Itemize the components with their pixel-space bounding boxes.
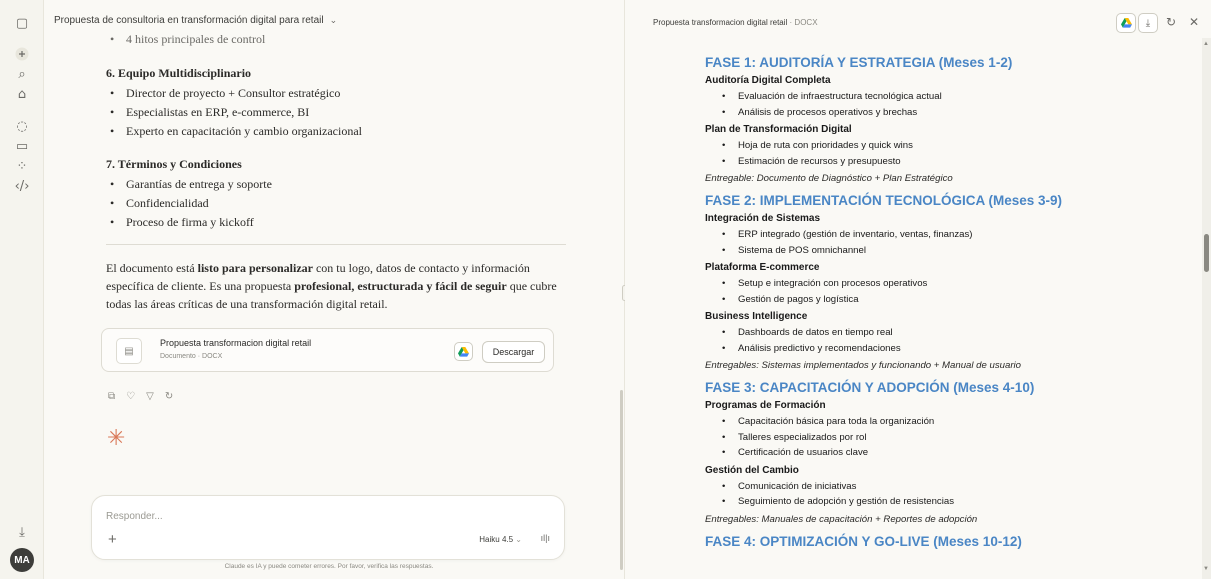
list-item: Especialistas en ERP, e-commerce, BI bbox=[106, 103, 566, 122]
list-item: Garantías de entrega y soporte bbox=[106, 175, 566, 194]
list-item: Talleres especializados por rol bbox=[705, 430, 1105, 446]
phase-heading: FASE 3: CAPACITACIÓN Y ADOPCIÓN (Meses 4… bbox=[705, 380, 1035, 395]
new-chat-icon[interactable] bbox=[12, 44, 32, 64]
phase-heading: FASE 1: AUDITORÍA Y ESTRATEGIA (Meses 1-… bbox=[705, 55, 1013, 70]
disclaimer-text: Claude es IA y puede cometer errores. Po… bbox=[224, 563, 434, 570]
group-heading: Auditoría Digital Completa bbox=[705, 75, 831, 86]
closing-paragraph: El documento está listo para personaliza… bbox=[106, 261, 557, 311]
list-item: Análisis predictivo y recomendaciones bbox=[705, 341, 1105, 357]
section-heading: 7. Términos y Condiciones bbox=[106, 157, 242, 171]
chat-column: Propuesta de consultoria en transformaci… bbox=[44, 0, 624, 579]
sidebar-toggle-icon[interactable]: ▢ bbox=[12, 13, 32, 33]
list-item: Experto en capacitación y cambio organiz… bbox=[106, 122, 566, 141]
retry-icon[interactable]: ↻ bbox=[165, 391, 173, 402]
scroll-down-icon[interactable]: ▼ bbox=[1203, 566, 1209, 572]
document-panel: Propuesta transformacion digital retail … bbox=[625, 0, 1211, 579]
close-icon[interactable]: ✕ bbox=[1189, 15, 1199, 29]
thumbs-down-icon[interactable]: ▽ bbox=[146, 391, 154, 402]
message-composer[interactable]: Responder... + Haiku 4.5 ⌄ ıl|ı bbox=[91, 495, 565, 560]
list-item: Dashboards de datos en tiempo real bbox=[705, 325, 1105, 341]
deliverable-text: Entregable: Documento de Diagnóstico + P… bbox=[705, 173, 953, 184]
phase-heading: FASE 4: OPTIMIZACIÓN Y GO-LIVE (Meses 10… bbox=[705, 533, 1022, 549]
list-item: Gestión de pagos y logística bbox=[705, 292, 1105, 308]
list-item: Director de proyecto + Consultor estraté… bbox=[106, 84, 566, 103]
assistant-message: 4 hitos principales de control 6. Equipo… bbox=[106, 30, 566, 313]
phase-heading: FASE 2: IMPLEMENTACIÓN TECNOLÓGICA (Mese… bbox=[705, 193, 1063, 208]
list-item: Certificación de usuarios clave bbox=[705, 445, 1105, 461]
list-item: Análisis de procesos operativos y brecha… bbox=[705, 105, 1105, 121]
chats-icon[interactable]: ◌ bbox=[12, 116, 32, 136]
scroll-up-icon[interactable]: ▲ bbox=[1203, 41, 1209, 47]
app-window: ▢ ⌕ ⌂ ◌ ▭ ⁘ ‹/› ⤓ MA Propuesta de consul… bbox=[0, 0, 1211, 579]
file-attachment-card[interactable]: ▤ Propuesta transformacion digital retai… bbox=[101, 328, 554, 372]
list-item: Evaluación de infraestructura tecnológic… bbox=[705, 89, 1105, 105]
group-heading: Programas de Formación bbox=[705, 400, 826, 411]
projects-icon[interactable]: ⌂ bbox=[12, 84, 32, 104]
document-scrollbar[interactable]: ▲ ▼ bbox=[1202, 38, 1211, 579]
add-attachment-icon[interactable]: + bbox=[108, 531, 117, 548]
list-item: Comunicación de iniciativas bbox=[705, 479, 1105, 495]
thumbs-up-icon[interactable]: ♡ bbox=[126, 391, 135, 402]
claude-spark-icon: ✳ bbox=[107, 426, 126, 451]
chat-title-button[interactable]: Propuesta de consultoria en transformaci… bbox=[54, 15, 337, 26]
voice-icon[interactable]: ıl|ı bbox=[541, 533, 550, 543]
deliverable-text: Entregables: Manuales de capacitación + … bbox=[705, 513, 978, 525]
copy-icon[interactable]: ⧉ bbox=[108, 391, 115, 402]
model-selector[interactable]: Haiku 4.5 ⌄ bbox=[479, 535, 522, 544]
list-item: Hoja de ruta con prioridades y quick win… bbox=[705, 138, 1105, 154]
list-item: Estimación de recursos y presupuesto bbox=[705, 154, 1105, 170]
group-heading: Plataforma E-commerce bbox=[705, 262, 820, 273]
list-item: ERP integrado (gestión de inventario, ve… bbox=[705, 227, 1105, 243]
panel-title: Propuesta transformacion digital retail … bbox=[653, 18, 818, 27]
avatar[interactable]: MA bbox=[10, 548, 34, 572]
google-drive-icon[interactable] bbox=[454, 342, 473, 361]
list-item: 4 hitos principales de control bbox=[106, 30, 566, 49]
group-heading: Integración de Sistemas bbox=[705, 213, 821, 224]
apps-icon[interactable]: ⁘ bbox=[12, 156, 32, 176]
message-actions: ⧉ ♡ ▽ ↻ bbox=[108, 391, 173, 402]
chat-scrollbar[interactable] bbox=[620, 390, 623, 570]
section-heading: 6. Equipo Multidisciplinario bbox=[106, 66, 252, 80]
composer-input[interactable]: Responder... bbox=[106, 511, 163, 522]
refresh-icon[interactable]: ↻ bbox=[1166, 15, 1176, 29]
file-title: Propuesta transformacion digital retail bbox=[160, 338, 312, 348]
code-icon[interactable]: ‹/› bbox=[12, 176, 32, 196]
list-item: Confidencialidad bbox=[106, 194, 566, 213]
document-content: FASE 1: AUDITORÍA Y ESTRATEGIA (Meses 1-… bbox=[705, 50, 1105, 552]
left-rail: ▢ ⌕ ⌂ ◌ ▭ ⁘ ‹/› ⤓ MA bbox=[0, 0, 44, 579]
list-item: Sistema de POS omnichannel bbox=[705, 243, 1105, 259]
document-icon: ▤ bbox=[116, 338, 142, 364]
download-button[interactable]: Descargar bbox=[482, 341, 545, 363]
group-heading: Gestión del Cambio bbox=[705, 464, 799, 476]
list-item: Seguimiento de adopción y gestión de res… bbox=[705, 494, 1105, 510]
chat-title: Propuesta de consultoria en transformaci… bbox=[54, 15, 324, 26]
group-heading: Plan de Transformación Digital bbox=[705, 124, 852, 135]
deliverable-text: Entregables: Sistemas implementados y fu… bbox=[705, 360, 1021, 371]
list-item: Capacitación básica para toda la organiz… bbox=[705, 414, 1105, 430]
download-icon[interactable]: ⤓ bbox=[12, 522, 32, 542]
chevron-down-icon: ⌄ bbox=[329, 15, 338, 25]
download-icon[interactable]: ⤓ bbox=[1138, 13, 1158, 33]
search-icon[interactable]: ⌕ bbox=[12, 64, 32, 84]
google-drive-icon[interactable] bbox=[1116, 13, 1136, 33]
artifacts-icon[interactable]: ▭ bbox=[12, 136, 32, 156]
list-item: Setup e integración con procesos operati… bbox=[705, 276, 1105, 292]
list-item: Proceso de firma y kickoff bbox=[106, 213, 566, 232]
group-heading: Business Intelligence bbox=[705, 311, 808, 322]
file-subtitle: Documento · DOCX bbox=[160, 353, 223, 360]
scrollbar-thumb[interactable] bbox=[1204, 234, 1209, 272]
